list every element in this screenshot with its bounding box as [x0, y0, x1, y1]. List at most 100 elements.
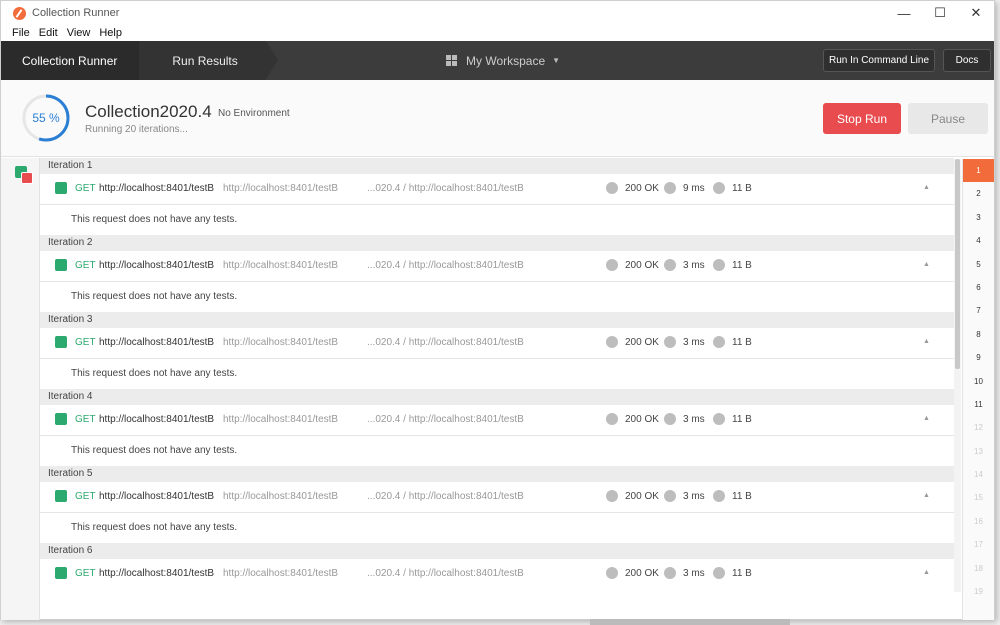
- response-time: 3 ms: [683, 568, 705, 579]
- response-time: 3 ms: [683, 337, 705, 348]
- request-url[interactable]: http://localhost:8401/testB: [99, 337, 214, 348]
- pass-status-icon: [55, 182, 67, 194]
- iteration-nav-item[interactable]: 13: [963, 440, 994, 463]
- iteration-nav-item[interactable]: 5: [963, 253, 994, 276]
- iteration-nav-item[interactable]: 9: [963, 346, 994, 369]
- status-code-icon: [606, 182, 618, 194]
- iteration-nav-item[interactable]: 1: [963, 159, 994, 183]
- response-time: 3 ms: [683, 260, 705, 271]
- request-path: ...020.4 / http://localhost:8401/testB: [367, 337, 524, 348]
- close-button[interactable]: ✕: [958, 5, 994, 21]
- iteration-nav-item[interactable]: 19: [963, 580, 994, 603]
- iteration-header: Iteration 1: [40, 158, 954, 174]
- iteration-nav-item[interactable]: 2: [963, 182, 994, 205]
- iteration-nav-item[interactable]: 3: [963, 206, 994, 229]
- response-size: 11 B: [732, 414, 752, 425]
- response-size-icon: [713, 182, 725, 194]
- pass-status-icon: [55, 259, 67, 271]
- request-row[interactable]: GET http://localhost:8401/testB http://loc…: [40, 559, 954, 588]
- grid-icon: [446, 55, 457, 66]
- workspace-selector[interactable]: My Workspace ▼: [446, 41, 560, 80]
- pass-status-icon: [55, 490, 67, 502]
- request-url[interactable]: http://localhost:8401/testB: [99, 491, 214, 502]
- status-code-icon: [606, 336, 618, 348]
- menu-help[interactable]: Help: [99, 27, 122, 39]
- request-row[interactable]: GET http://localhost:8401/testB http://loc…: [40, 405, 954, 436]
- collection-runner-window: Collection Runner — ☐ ✕ File Edit View H…: [0, 0, 995, 620]
- minimize-button[interactable]: —: [886, 6, 922, 21]
- iteration-nav-item[interactable]: 11: [963, 393, 994, 416]
- maximize-button[interactable]: ☐: [922, 5, 958, 21]
- request-path: ...020.4 / http://localhost:8401/testB: [367, 260, 524, 271]
- status-code[interactable]: 200 OK: [625, 414, 659, 425]
- collapse-caret-icon[interactable]: ▲: [923, 338, 930, 345]
- request-row[interactable]: GET http://localhost:8401/testB http://loc…: [40, 174, 954, 205]
- request-row[interactable]: GET http://localhost:8401/testB http://loc…: [40, 328, 954, 359]
- iteration-nav-item[interactable]: 6: [963, 276, 994, 299]
- iteration-nav-item[interactable]: 10: [963, 370, 994, 393]
- tests-message: This request does not have any tests.: [71, 291, 238, 302]
- request-url[interactable]: http://localhost:8401/testB: [99, 414, 214, 425]
- status-code[interactable]: 200 OK: [625, 568, 659, 579]
- collection-name: Collection2020.4: [85, 102, 212, 121]
- iteration-nav-item[interactable]: 16: [963, 510, 994, 533]
- response-time: 3 ms: [683, 414, 705, 425]
- status-code[interactable]: 200 OK: [625, 337, 659, 348]
- workspace-label: My Workspace: [466, 53, 546, 68]
- breadcrumb-collection-runner[interactable]: Collection Runner: [1, 41, 152, 80]
- docs-button[interactable]: Docs: [943, 49, 991, 72]
- request-url-secondary: http://localhost:8401/testB: [223, 414, 339, 425]
- collapse-caret-icon[interactable]: ▲: [923, 569, 930, 576]
- left-rail: [1, 158, 40, 620]
- response-time-icon: [664, 336, 676, 348]
- iteration-nav-item[interactable]: 4: [963, 229, 994, 252]
- response-size-icon: [713, 567, 725, 579]
- request-url[interactable]: http://localhost:8401/testB: [99, 260, 214, 271]
- request-row[interactable]: GET http://localhost:8401/testB http://loc…: [40, 482, 954, 513]
- response-size: 11 B: [732, 568, 752, 579]
- progress-percent: 55 %: [32, 111, 60, 125]
- request-url[interactable]: http://localhost:8401/testB: [99, 183, 214, 194]
- status-code-icon: [606, 259, 618, 271]
- vertical-scrollbar[interactable]: [954, 159, 961, 592]
- collapse-caret-icon[interactable]: ▲: [923, 415, 930, 422]
- test-results-icon[interactable]: [15, 166, 33, 184]
- horizontal-scrollbar[interactable]: [590, 619, 790, 625]
- iteration-nav-item[interactable]: 12: [963, 416, 994, 439]
- iteration-nav-item[interactable]: 17: [963, 533, 994, 556]
- collapse-caret-icon[interactable]: ▲: [923, 184, 930, 191]
- response-size: 11 B: [732, 337, 752, 348]
- status-code[interactable]: 200 OK: [625, 260, 659, 271]
- status-code-icon: [606, 567, 618, 579]
- pause-button[interactable]: Pause: [908, 103, 988, 134]
- iteration-nav-item[interactable]: 7: [963, 299, 994, 322]
- menu-view[interactable]: View: [67, 27, 91, 39]
- request-path: ...020.4 / http://localhost:8401/testB: [367, 183, 524, 194]
- iteration-header: Iteration 5: [40, 466, 954, 482]
- iteration-nav-item[interactable]: 18: [963, 557, 994, 580]
- scrollbar-thumb[interactable]: [955, 159, 960, 369]
- iteration-header: Iteration 2: [40, 235, 954, 251]
- iteration-nav-item[interactable]: 14: [963, 463, 994, 486]
- menu-bar: File Edit View Help: [1, 25, 994, 41]
- iteration-header: Iteration 4: [40, 389, 954, 405]
- request-row[interactable]: GET http://localhost:8401/testB http://loc…: [40, 251, 954, 282]
- request-path: ...020.4 / http://localhost:8401/testB: [367, 491, 524, 502]
- collapse-caret-icon[interactable]: ▲: [923, 261, 930, 268]
- collapse-caret-icon[interactable]: ▲: [923, 492, 930, 499]
- run-status: Running 20 iterations...: [85, 124, 188, 135]
- response-size-icon: [713, 336, 725, 348]
- response-size-icon: [713, 490, 725, 502]
- stop-run-button[interactable]: Stop Run: [823, 103, 901, 134]
- run-in-command-line-button[interactable]: Run In Command Line: [823, 49, 935, 72]
- request-url[interactable]: http://localhost:8401/testB: [99, 568, 214, 579]
- pass-status-icon: [55, 413, 67, 425]
- menu-edit[interactable]: Edit: [39, 27, 58, 39]
- iteration-nav-item[interactable]: 15: [963, 486, 994, 509]
- status-code[interactable]: 200 OK: [625, 183, 659, 194]
- breadcrumb-run-results[interactable]: Run Results: [139, 41, 279, 80]
- response-size: 11 B: [732, 491, 752, 502]
- menu-file[interactable]: File: [12, 27, 30, 39]
- iteration-nav-item[interactable]: 8: [963, 323, 994, 346]
- status-code[interactable]: 200 OK: [625, 491, 659, 502]
